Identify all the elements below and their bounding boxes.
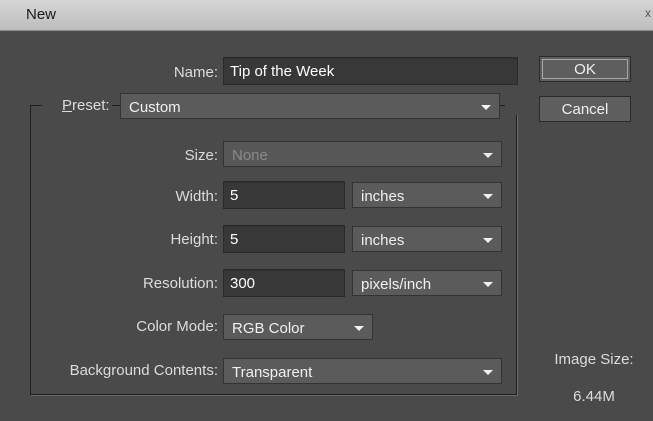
ok-button[interactable]: OK: [539, 56, 631, 82]
close-icon[interactable]: x: [645, 6, 651, 20]
resolution-input[interactable]: 300: [223, 269, 345, 297]
color-mode-value: RGB Color: [232, 320, 305, 337]
chevron-down-icon: [483, 238, 493, 243]
size-label: Size:: [184, 147, 218, 164]
background-contents-dropdown[interactable]: Transparent: [223, 358, 502, 384]
image-size-label: Image Size:: [554, 351, 634, 368]
window-title: New: [26, 6, 57, 23]
preset-value: Custom: [129, 99, 181, 116]
size-value: None: [232, 147, 268, 164]
background-contents-label: Background Contents:: [69, 362, 218, 379]
preset-label-rest: reset:: [72, 97, 110, 114]
title-bar: New x: [0, 0, 653, 31]
chevron-down-icon: [483, 282, 493, 287]
chevron-down-icon: [483, 153, 493, 158]
name-label: Name:: [173, 64, 218, 81]
preset-legend-bg-right: [505, 95, 525, 115]
image-size-value: 6.44M: [573, 388, 615, 405]
background-contents-value: Transparent: [232, 364, 313, 381]
preset-label-mnemonic: P: [62, 97, 73, 114]
chevron-down-icon: [354, 326, 364, 331]
color-mode-dropdown[interactable]: RGB Color: [223, 314, 373, 340]
height-label: Height:: [170, 231, 218, 248]
name-input[interactable]: Tip of the Week: [223, 57, 518, 85]
height-unit-dropdown[interactable]: inches: [352, 226, 502, 252]
chevron-down-icon: [483, 194, 493, 199]
resolution-unit-dropdown[interactable]: pixels/inch: [352, 270, 502, 296]
height-unit-value: inches: [361, 232, 405, 249]
chevron-down-icon: [483, 370, 493, 375]
resolution-unit-value: pixels/inch: [361, 276, 432, 293]
width-label: Width:: [175, 188, 218, 205]
preset-label: Preset:: [62, 97, 122, 114]
chevron-down-icon: [481, 105, 491, 110]
height-input[interactable]: 5: [223, 225, 345, 253]
preset-dropdown[interactable]: Custom: [120, 93, 500, 119]
color-mode-label: Color Mode:: [136, 318, 218, 335]
size-dropdown: None: [223, 141, 502, 167]
resolution-label: Resolution:: [142, 275, 218, 292]
width-input[interactable]: 5: [223, 181, 345, 209]
width-unit-dropdown[interactable]: inches: [352, 182, 502, 208]
cancel-button[interactable]: Cancel: [539, 96, 631, 122]
width-unit-value: inches: [361, 188, 405, 205]
